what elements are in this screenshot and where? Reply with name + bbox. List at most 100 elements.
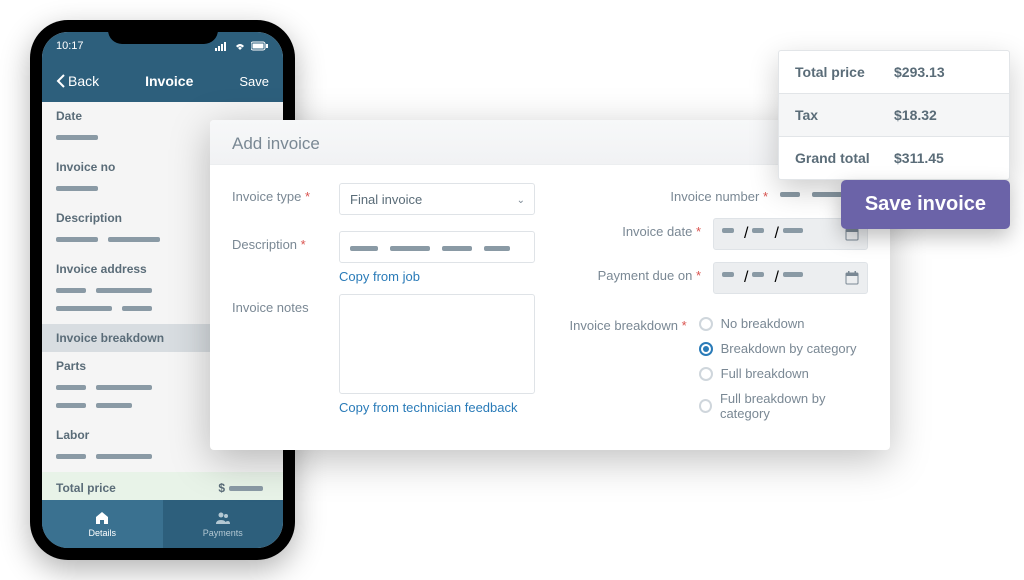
users-icon (215, 510, 231, 526)
wifi-icon (233, 41, 247, 51)
label-description: Description * (232, 231, 327, 252)
value-placeholder (484, 246, 510, 251)
home-icon (94, 510, 110, 526)
phone-header: Back Invoice Save (42, 60, 283, 102)
label-payment-due: Payment due on * (571, 262, 701, 283)
value-placeholder (96, 403, 132, 408)
value-placeholder (56, 237, 98, 242)
row-payment-due: Payment due on * // (565, 262, 868, 294)
value-placeholder (56, 454, 86, 459)
tc-label: Tax (795, 107, 894, 123)
tc-value: $18.32 (894, 107, 993, 123)
row-invoice-number: Invoice number * (565, 183, 868, 204)
back-label: Back (68, 73, 99, 89)
value-placeholder (56, 186, 98, 191)
radio-label: No breakdown (721, 316, 805, 331)
radio-no-breakdown[interactable]: No breakdown (699, 316, 868, 331)
copy-from-job-link[interactable]: Copy from job (339, 269, 535, 284)
value-placeholder (722, 272, 734, 277)
radio-icon (699, 342, 713, 356)
select-value: Final invoice (339, 183, 535, 215)
value-placeholder (780, 192, 800, 197)
label-invoice-type: Invoice type * (232, 183, 327, 204)
tc-total-price: Total price $293.13 (779, 51, 1009, 94)
value-placeholder (96, 454, 152, 459)
tab-label: Payments (203, 528, 243, 538)
clock: 10:17 (56, 40, 84, 52)
value-placeholder (56, 385, 86, 390)
value-placeholder (350, 246, 378, 251)
radio-label: Breakdown by category (721, 341, 857, 356)
invoice-notes-textarea[interactable] (339, 294, 535, 394)
tc-tax: Tax $18.32 (779, 94, 1009, 137)
total-label: Total price (56, 481, 116, 495)
value-placeholder (56, 403, 86, 408)
value-placeholder (56, 306, 112, 311)
label-invoice-notes: Invoice notes (232, 294, 327, 315)
radio-full-by-category[interactable]: Full breakdown by category (699, 391, 868, 421)
battery-icon (251, 41, 269, 51)
value-placeholder (752, 228, 764, 233)
panel-body: Invoice type * Final invoice ⌄ Descripti… (210, 165, 890, 439)
signal-icon (215, 41, 229, 51)
value-placeholder (722, 228, 734, 233)
status-icons (215, 41, 269, 51)
phone-notch (108, 20, 218, 44)
label-invoice-breakdown: Invoice breakdown * (565, 312, 687, 333)
invoice-type-select[interactable]: Final invoice ⌄ (339, 183, 535, 215)
payment-due-input[interactable]: // (713, 262, 868, 294)
value-placeholder (56, 135, 98, 140)
tab-label: Details (88, 528, 116, 538)
value-placeholder (96, 288, 152, 293)
breakdown-radio-group: No breakdown Breakdown by category Full … (699, 312, 868, 421)
calendar-icon (845, 227, 859, 241)
tc-label: Grand total (795, 150, 894, 166)
row-invoice-type: Invoice type * Final invoice ⌄ (232, 183, 535, 215)
chevron-left-icon (56, 74, 65, 88)
row-invoice-date: Invoice date * // (565, 218, 868, 250)
right-column: Invoice number * Invoice date * // Paym (565, 183, 868, 421)
value-placeholder (442, 246, 472, 251)
row-invoice-breakdown: Invoice breakdown * No breakdown Breakdo… (565, 312, 868, 421)
radio-icon (699, 317, 713, 331)
radio-label: Full breakdown (721, 366, 809, 381)
chevron-down-icon: ⌄ (517, 195, 525, 206)
radio-full[interactable]: Full breakdown (699, 366, 868, 381)
save-invoice-button[interactable]: Save invoice (841, 180, 1010, 229)
value-placeholder (390, 246, 430, 251)
left-column: Invoice type * Final invoice ⌄ Descripti… (232, 183, 535, 421)
tc-value: $293.13 (894, 64, 993, 80)
radio-by-category[interactable]: Breakdown by category (699, 341, 868, 356)
value-placeholder (56, 288, 86, 293)
value-placeholder (122, 306, 152, 311)
value-placeholder (96, 385, 152, 390)
radio-icon (699, 367, 713, 381)
tab-payments[interactable]: Payments (163, 500, 284, 548)
tc-value: $311.45 (894, 150, 993, 166)
value-placeholder (752, 272, 764, 277)
row-description: Description * (232, 231, 535, 263)
tab-details[interactable]: Details (42, 500, 163, 548)
page-title: Invoice (145, 73, 193, 89)
currency: $ (218, 481, 225, 495)
tab-bar: Details Payments (42, 500, 283, 548)
totals-section: Total price $ Tax $ Grand total $ (42, 472, 283, 500)
total-row-total-price: Total price $ (42, 472, 283, 500)
value-placeholder (783, 228, 803, 233)
tc-label: Total price (795, 64, 894, 80)
row-invoice-notes: Invoice notes (232, 294, 535, 394)
value-placeholder (108, 237, 160, 242)
radio-label: Full breakdown by category (720, 391, 868, 421)
calendar-icon (845, 271, 859, 285)
label-invoice-date: Invoice date * (571, 218, 701, 239)
label-invoice-number: Invoice number * (638, 183, 768, 204)
back-button[interactable]: Back (56, 73, 99, 89)
description-input[interactable] (339, 231, 535, 263)
copy-from-tech-link[interactable]: Copy from technician feedback (339, 400, 535, 415)
radio-icon (699, 399, 712, 413)
tc-grand-total: Grand total $311.45 (779, 137, 1009, 179)
totals-card: Total price $293.13 Tax $18.32 Grand tot… (778, 50, 1010, 180)
value-placeholder (229, 486, 263, 491)
value-placeholder (783, 272, 803, 277)
save-button[interactable]: Save (239, 74, 269, 89)
